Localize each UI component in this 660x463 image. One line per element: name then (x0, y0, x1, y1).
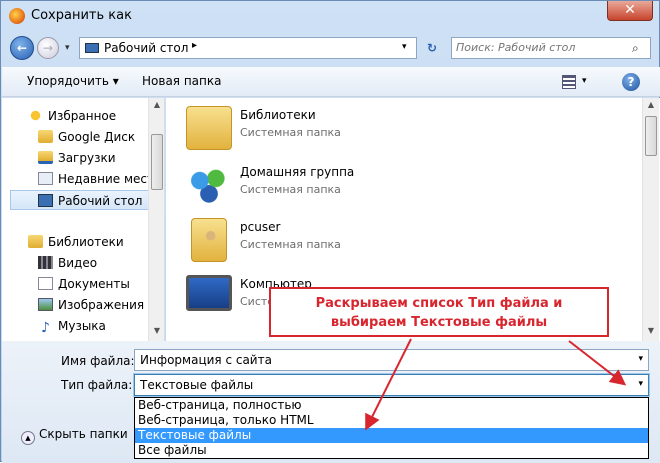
computer-icon (186, 275, 232, 311)
help-icon[interactable]: ? (622, 73, 640, 91)
address-text: Рабочий стол (104, 41, 189, 55)
search-icon[interactable]: ⌕ (632, 41, 639, 56)
search-box[interactable]: ⌕ (451, 37, 651, 59)
sidebar-item-video[interactable]: Видео (38, 253, 97, 273)
documents-icon (38, 277, 53, 290)
filename-value[interactable]: Информация с сайта (140, 353, 272, 367)
callout-line-2: выбираем Текстовые файлы (330, 315, 548, 330)
option-web-html-only[interactable]: Веб-страница, только HTML (135, 413, 648, 428)
callout-line-1: Раскрываем список Тип файла и (315, 296, 563, 311)
view-dropdown-icon[interactable]: ▾ (582, 76, 587, 86)
filetype-label: Тип файла: (61, 378, 133, 392)
hide-folders-button[interactable]: ▲ Скрыть папки (21, 427, 128, 445)
downloads-icon (38, 151, 53, 164)
pictures-icon (38, 298, 53, 311)
video-icon (38, 256, 53, 269)
sidebar-item-music[interactable]: ♪ Музыка (38, 316, 106, 336)
title-bar: Сохранить как ✕ (1, 1, 660, 31)
option-all-files[interactable]: Все файлы (135, 443, 648, 458)
sidebar-item-recent-places[interactable]: Недавние места (38, 169, 161, 189)
close-button[interactable]: ✕ (607, 1, 653, 21)
view-options-icon[interactable] (562, 75, 576, 89)
refresh-button[interactable]: ↻ (421, 37, 443, 59)
scroll-down-icon[interactable]: ▼ (643, 326, 659, 335)
address-bar[interactable]: Рабочий стол ▸ ▾ (79, 37, 417, 59)
organize-button[interactable]: Упорядочить ▾ (27, 74, 119, 88)
back-button[interactable]: ← (10, 36, 34, 60)
save-as-dialog: Сохранить как ✕ ← → ▾ Рабочий стол ▸ ▾ ↻… (0, 0, 660, 463)
window-title: Сохранить как (31, 8, 132, 23)
recent-pages-dropdown-icon[interactable]: ▾ (65, 43, 70, 53)
annotation-callout: Раскрываем список Тип файла и выбираем Т… (269, 287, 609, 337)
filetype-dropdown-icon[interactable]: ▾ (638, 379, 643, 389)
scroll-up-icon[interactable]: ▲ (643, 100, 659, 109)
libraries-icon (28, 235, 43, 248)
star-icon (28, 109, 43, 122)
forward-button[interactable]: → (37, 37, 59, 59)
filename-dropdown-icon[interactable]: ▾ (638, 354, 643, 364)
command-toolbar: Упорядочить ▾ Новая папка ▾ ? (2, 67, 660, 97)
filename-field[interactable]: Информация с сайта ▾ (134, 349, 649, 371)
address-dropdown-icon[interactable]: ▾ (402, 42, 407, 52)
recent-places-icon (38, 172, 53, 185)
navigation-bar: ← → ▾ Рабочий стол ▸ ▾ ↻ ⌕ (1, 33, 660, 63)
sidebar-item-favorites[interactable]: Избранное (28, 106, 116, 126)
desktop-icon (85, 43, 99, 53)
breadcrumb-chevron-icon[interactable]: ▸ (192, 40, 197, 51)
music-icon: ♪ (41, 320, 50, 336)
navigation-pane-scrollbar[interactable]: ▲ ▼ (148, 98, 164, 341)
folder-icon (38, 130, 53, 143)
file-list-scrollbar[interactable]: ▲ ▼ (642, 98, 659, 341)
sidebar-item-downloads[interactable]: Загрузки (38, 148, 116, 168)
filename-label: Имя файла: (61, 354, 135, 368)
option-text-files[interactable]: Текстовые файлы (135, 428, 648, 443)
new-folder-button[interactable]: Новая папка (142, 74, 221, 88)
filetype-select[interactable]: Текстовые файлы ▾ (134, 374, 649, 396)
list-item[interactable]: Домашняя группа Системная папка (186, 161, 486, 211)
scrollbar-thumb[interactable] (151, 134, 163, 190)
sidebar-item-documents[interactable]: Документы (38, 274, 130, 294)
scrollbar-thumb[interactable] (645, 116, 657, 156)
scroll-down-icon[interactable]: ▼ (149, 326, 164, 335)
sidebar-item-libraries[interactable]: Библиотеки (28, 232, 124, 252)
filetype-value: Текстовые файлы (140, 378, 254, 392)
homegroup-icon (186, 163, 232, 207)
navigation-pane: Избранное Google Диск Загрузки Недавние … (2, 98, 165, 341)
list-item[interactable]: Библиотеки Системная папка (186, 104, 486, 154)
user-folder-icon (191, 218, 227, 262)
desktop-icon (38, 194, 53, 207)
chevron-up-icon: ▲ (21, 431, 35, 445)
scroll-up-icon[interactable]: ▲ (149, 100, 164, 109)
sidebar-item-pictures[interactable]: Изображения (38, 295, 144, 315)
filetype-dropdown-list: Веб-страница, полностью Веб-страница, то… (134, 397, 649, 459)
list-item[interactable]: pcuser Системная папка (186, 216, 486, 266)
sidebar-item-google-drive[interactable]: Google Диск (38, 127, 135, 147)
libraries-folder-icon (186, 106, 232, 150)
option-web-complete[interactable]: Веб-страница, полностью (135, 398, 648, 413)
sidebar-item-desktop[interactable]: Рабочий стол (10, 190, 150, 210)
firefox-icon (9, 8, 25, 24)
search-input[interactable] (456, 41, 626, 54)
